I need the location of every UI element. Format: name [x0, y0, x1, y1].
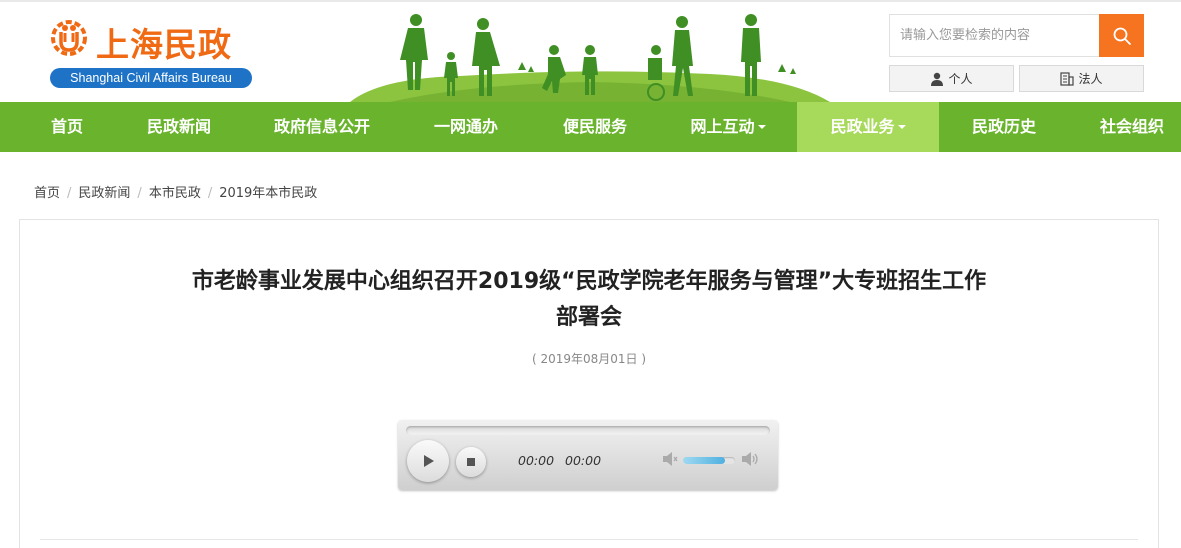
play-button[interactable] — [407, 440, 449, 482]
breadcrumb-link[interactable]: 2019年本市民政 — [219, 186, 317, 201]
nav-item-convenience[interactable]: 便民服务 — [553, 102, 637, 152]
article-title: 市老龄事业发展中心组织召开2019级“民政学院老年服务与管理”大专班招生工作 部… — [20, 264, 1158, 336]
chevron-down-icon — [757, 124, 766, 129]
civil-affairs-emblem-icon — [51, 20, 87, 56]
nav-label: 社会组织 — [1099, 117, 1164, 136]
search-field[interactable] — [889, 14, 1099, 57]
building-icon — [1060, 71, 1075, 86]
breadcrumb-separator: / — [67, 186, 72, 201]
current-time: 00:00 — [518, 453, 555, 468]
breadcrumb-link[interactable]: 民政新闻 — [78, 186, 130, 201]
breadcrumb-link[interactable]: 首页 — [34, 186, 60, 201]
family-banner-illustration — [350, 14, 830, 102]
nav-label: 首页 — [50, 117, 83, 136]
nav-label: 政府信息公开 — [273, 117, 370, 136]
nav-label: 便民服务 — [562, 117, 627, 136]
nav-item-civil-affairs-business[interactable]: 民政业务 — [797, 102, 939, 152]
nav-item-social-orgs[interactable]: 社会组织 — [1090, 102, 1174, 152]
nav-item-home[interactable]: 首页 — [32, 102, 102, 152]
article-panel: 市老龄事业发展中心组织召开2019级“民政学院老年服务与管理”大专班招生工作 部… — [19, 219, 1159, 548]
top-border — [0, 0, 1181, 2]
search-input[interactable] — [890, 15, 1099, 56]
audio-player: 00:00 00:00 — [398, 420, 778, 490]
nav-label: 民政历史 — [971, 117, 1036, 136]
nav-label: 民政新闻 — [146, 117, 211, 136]
legal-entity-service-button[interactable]: 法人 — [1019, 65, 1144, 92]
nav-label: 网上互动 — [690, 117, 755, 136]
nav-item-history[interactable]: 民政历史 — [962, 102, 1046, 152]
nav-item-online-interaction[interactable]: 网上互动 — [680, 102, 776, 152]
stop-icon — [467, 458, 475, 466]
site-logo[interactable]: 上海民政 Shanghai Civil Affairs Bureau — [46, 14, 256, 90]
content-divider — [40, 539, 1138, 540]
site-name-en: Shanghai Civil Affairs Bureau — [50, 68, 252, 88]
legal-label: 法人 — [1078, 72, 1103, 86]
audio-progress-bar[interactable] — [406, 426, 770, 435]
personal-label: 个人 — [948, 72, 973, 86]
article-title-line: 部署会 — [555, 305, 622, 330]
article-date: ( 2019年08月01日 ) — [531, 352, 647, 366]
site-name-cn: 上海民政 — [96, 25, 232, 64]
person-icon — [931, 72, 944, 86]
main-nav: 首页 民政新闻 政府信息公开 一网通办 便民服务 网上互动 民政业务 民政历史 … — [0, 102, 1181, 152]
mute-icon[interactable] — [661, 450, 679, 468]
nav-item-gov-info[interactable]: 政府信息公开 — [266, 102, 378, 152]
chevron-down-icon — [897, 124, 906, 129]
volume-slider[interactable] — [683, 457, 735, 464]
volume-level — [683, 457, 725, 464]
article-title-line: 市老龄事业发展中心组织召开2019级“民政学院老年服务与管理”大专班招生工作 — [191, 269, 987, 294]
search-icon — [1113, 27, 1131, 45]
personal-service-button[interactable]: 个人 — [889, 65, 1014, 92]
stop-button[interactable] — [456, 447, 486, 477]
nav-item-one-net[interactable]: 一网通办 — [424, 102, 508, 152]
play-icon — [424, 455, 434, 467]
search-button[interactable] — [1099, 14, 1144, 57]
breadcrumb-separator: / — [207, 186, 213, 201]
breadcrumb-separator: / — [137, 186, 142, 201]
breadcrumb-link[interactable]: 本市民政 — [149, 186, 201, 201]
nav-label: 一网通办 — [433, 117, 498, 136]
volume-max-icon[interactable] — [740, 450, 760, 468]
breadcrumb: 首页 / 民政新闻 / 本市民政 / 2019年本市民政 — [34, 182, 317, 201]
duration-time: 00:00 — [565, 453, 602, 468]
site-header: 上海民政 Shanghai Civil Affairs Bureau 请输入您要… — [0, 0, 1181, 102]
nav-item-news[interactable]: 民政新闻 — [138, 102, 220, 152]
nav-label: 民政业务 — [830, 117, 895, 136]
